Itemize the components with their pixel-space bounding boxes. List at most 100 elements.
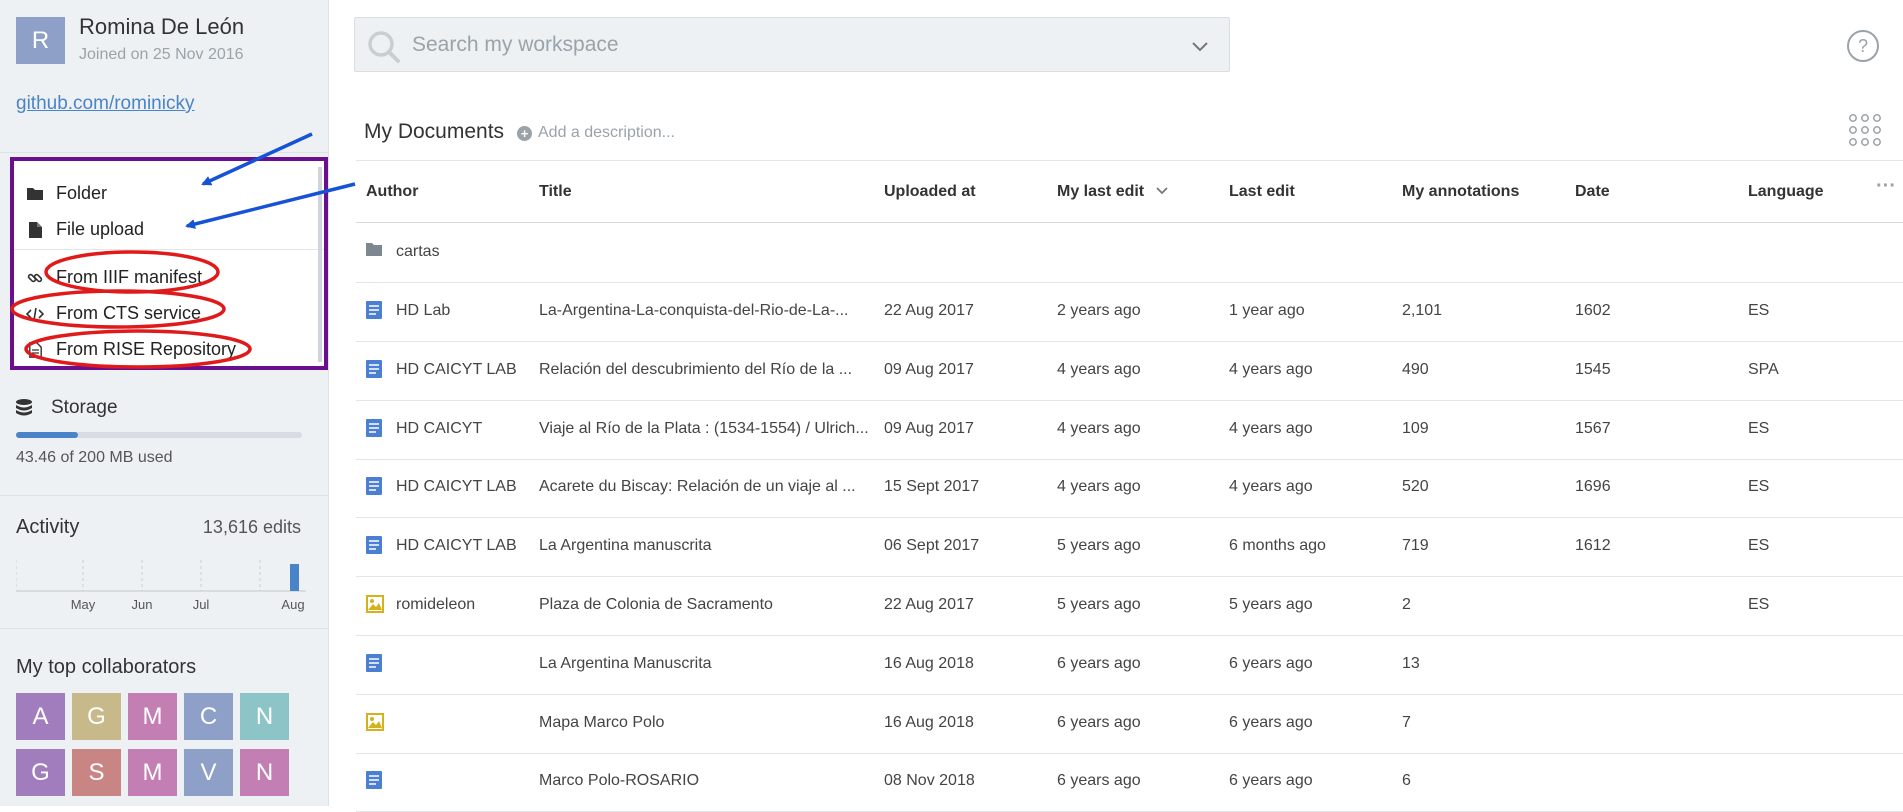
new-document-menu: Folder File upload From IIIF manifest Fr… [10,157,328,370]
cell-title[interactable]: Relación del descubrimiento del Río de l… [539,361,852,379]
cell-my-last-edit: 6 years ago [1057,654,1141,672]
cell-uploaded: 22 Aug 2017 [884,596,974,613]
add-description-button[interactable]: + Add a description... [517,124,675,142]
cell-date: 1612 [1575,537,1611,555]
activity-title: Activity [16,516,80,538]
cell-date: 1696 [1575,478,1611,496]
table-row[interactable]: Mapa Marco Polo 16 Aug 2018 6 years ago 6 y… [356,695,1903,754]
cell-title[interactable]: La Argentina manuscrita [539,537,712,555]
cell-uploaded: 09 Aug 2017 [884,360,974,378]
menu-item-folder[interactable]: Folder [26,183,107,204]
activity-month-label: Jul [193,597,210,612]
menu-item-from-iiif[interactable]: From IIIF manifest [26,267,202,288]
column-header-author[interactable]: Author [366,183,418,201]
cell-title[interactable]: La Argentina Manuscrita [539,655,712,673]
folder-row[interactable]: cartas [356,224,1903,283]
cell-annotations: 719 [1402,537,1429,555]
avatar[interactable]: R [16,17,65,64]
cell-date: 1567 [1575,419,1611,437]
text-document-icon [366,477,382,500]
cell-language: ES [1748,537,1770,555]
table-row[interactable]: HD CAICYT LAB Acarete du Biscay: Relación… [356,459,1903,519]
cell-my-last-edit: 6 years ago [1057,772,1141,790]
cell-last-edit: 4 years ago [1229,478,1313,496]
collaborator-avatar[interactable]: S [72,749,121,796]
cell-author: HD CAICYT LAB [396,360,517,378]
collaborator-avatar[interactable]: M [128,693,177,740]
chevron-down-icon[interactable] [1191,40,1209,58]
menu-item-file-upload[interactable]: File upload [26,219,144,240]
cell-title[interactable]: Plaza de Colonia de Sacramento [539,596,773,614]
menu-item-from-rise[interactable]: From RISE Repository [26,339,236,360]
sidebar-divider [0,152,329,153]
database-icon [14,398,34,423]
cell-my-last-edit: 4 years ago [1057,360,1141,378]
table-row[interactable]: La Argentina Manuscrita 16 Aug 2018 6 year… [356,636,1903,695]
activity-count: 13,616 edits [202,517,301,537]
column-header-uploaded-at[interactable]: Uploaded at [884,183,976,201]
cell-title[interactable]: Mapa Marco Polo [539,714,664,732]
cell-annotations: 13 [1402,654,1420,672]
search-box[interactable] [354,17,1230,72]
collaborator-avatar[interactable]: N [240,749,289,796]
cell-last-edit: 6 years ago [1229,654,1313,672]
activity-month-label: Aug [281,597,304,612]
column-header-last-edit[interactable]: Last edit [1229,183,1295,201]
more-columns-icon[interactable]: ··· [1876,175,1896,198]
table-row[interactable]: Marco Polo-ROSARIO 08 Nov 2018 6 years ago… [356,753,1903,812]
table-row[interactable]: romideleon Plaza de Colonia de Sacramento… [356,577,1903,636]
folder-name[interactable]: cartas [396,243,440,261]
cell-language: ES [1748,419,1770,437]
text-document-icon [366,771,382,794]
collaborator-avatar[interactable]: V [184,749,233,796]
collaborator-avatar[interactable]: N [240,693,289,740]
collaborator-avatar[interactable]: G [16,749,65,796]
column-header-my-last-edit[interactable]: My last edit [1057,183,1169,201]
grid-view-icon[interactable] [1849,114,1881,151]
column-header-label: My last edit [1057,183,1145,200]
table-row[interactable]: HD Lab La-Argentina-La-conquista-del-Rio-… [356,283,1903,342]
cell-title[interactable]: Acarete du Biscay: Relación de un viaje … [539,478,856,496]
cell-title[interactable]: La-Argentina-La-conquista-del-Rio-de-La-… [539,302,849,320]
text-document-icon [366,418,382,442]
cell-title[interactable]: Viaje al Río de la Plata : (1534-1554) /… [539,420,869,438]
collaborator-avatar[interactable]: G [72,693,121,740]
cell-language: ES [1748,596,1770,613]
column-header-title[interactable]: Title [539,183,572,201]
add-description-label: Add a description... [538,124,675,141]
menu-scrollbar[interactable] [318,167,322,362]
cell-last-edit: 6 years ago [1229,713,1313,731]
column-header-my-annotations[interactable]: My annotations [1402,183,1519,201]
help-icon[interactable]: ? [1847,30,1879,62]
cell-author: HD CAICYT LAB [396,478,517,496]
table-row[interactable]: HD CAICYT Viaje al Río de la Plata : (153… [356,401,1903,460]
collaborator-avatar[interactable]: A [16,693,65,740]
document-icon [26,341,44,358]
cell-annotations: 520 [1402,478,1429,496]
table-row[interactable]: HD CAICYT LAB Relación del descubrimiento… [356,342,1903,401]
cell-title[interactable]: Marco Polo-ROSARIO [539,772,699,790]
cell-last-edit: 4 years ago [1229,360,1313,378]
joined-date: Joined on 25 Nov 2016 [79,46,244,63]
table-row[interactable]: HD CAICYT LAB La Argentina manuscrita 06 S… [356,518,1903,578]
cell-language: SPA [1748,360,1779,378]
column-header-date[interactable]: Date [1575,183,1610,201]
profile-link[interactable]: github.com/rominicky [16,93,194,115]
cell-language: ES [1748,478,1770,496]
cell-my-last-edit: 5 years ago [1057,537,1141,555]
column-header-language[interactable]: Language [1748,183,1824,201]
cell-uploaded: 09 Aug 2017 [884,419,974,437]
cell-annotations: 2,101 [1402,302,1443,319]
search-input[interactable] [410,26,1110,64]
sidebar-divider [0,628,329,629]
collaborator-avatar[interactable]: C [184,693,233,740]
collaborator-avatar[interactable]: M [128,749,177,796]
cell-my-last-edit: 4 years ago [1057,419,1141,437]
folder-icon [366,242,382,261]
menu-item-label: File upload [56,219,145,239]
cell-last-edit: 6 years ago [1229,772,1313,790]
cell-my-last-edit: 5 years ago [1057,596,1141,613]
cell-my-last-edit: 2 years ago [1057,302,1141,319]
menu-item-from-cts[interactable]: From CTS service [26,303,201,324]
sidebar-divider [0,495,329,496]
